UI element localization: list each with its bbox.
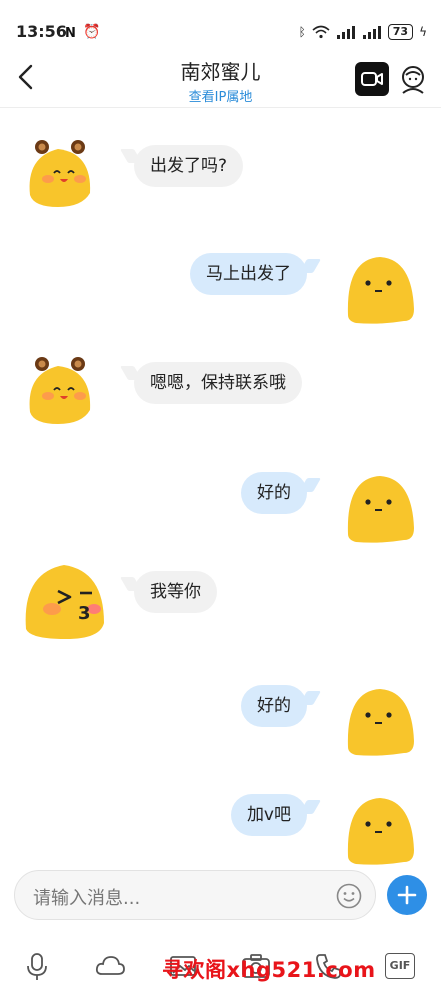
message-bubble-outgoing[interactable]: 好的: [241, 472, 307, 514]
battery-indicator: 73: [387, 24, 414, 40]
video-call-button[interactable]: [355, 62, 389, 96]
nfc-icon: N: [65, 26, 76, 41]
contact-profile-button[interactable]: [397, 63, 429, 97]
message-bubble-outgoing[interactable]: 好的: [241, 685, 307, 727]
message-bubble-incoming[interactable]: 出发了吗?: [134, 145, 244, 187]
emoji-button[interactable]: [335, 882, 363, 910]
message-bubble-outgoing[interactable]: 加v吧: [230, 794, 307, 836]
plus-icon: [397, 885, 417, 905]
contact-avatar[interactable]: [22, 135, 94, 207]
message-bubble-incoming[interactable]: 嗯嗯，保持联系哦: [134, 362, 302, 404]
status-bar: 13:56 N ⏰ ᛒ 73 ϟ: [0, 0, 441, 44]
message-bubble-incoming[interactable]: 我等你: [134, 571, 217, 613]
user-avatar[interactable]: [344, 794, 416, 866]
user-avatar[interactable]: [344, 685, 416, 757]
wifi-icon: [312, 25, 330, 39]
gif-icon[interactable]: GIF: [385, 953, 415, 979]
status-time: 13:56: [16, 22, 67, 41]
contact-avatar[interactable]: 3: [22, 563, 106, 641]
user-avatar[interactable]: [344, 472, 416, 544]
status-icons: ᛒ 73 ϟ: [299, 24, 427, 40]
watermark: 寻欢阁xhg521.com: [162, 958, 376, 982]
gif-label: GIF: [389, 959, 411, 972]
bluetooth-icon: ᛒ: [298, 25, 306, 39]
signal-icon: [336, 26, 355, 39]
user-avatar[interactable]: [344, 253, 416, 325]
cloud-icon[interactable]: [93, 949, 127, 983]
composer-bar: 请输入消息...: [0, 868, 441, 928]
svg-text:3: 3: [78, 603, 91, 624]
signal-icon: [362, 26, 381, 39]
alarm-icon: ⏰: [83, 24, 101, 40]
message-bubble-outgoing[interactable]: 马上出发了: [190, 253, 307, 295]
charging-icon: ϟ: [419, 25, 427, 39]
microphone-icon[interactable]: [20, 949, 54, 983]
attach-plus-button[interactable]: [387, 875, 427, 915]
message-input[interactable]: 请输入消息...: [14, 870, 376, 920]
message-input-placeholder: 请输入消息...: [33, 888, 141, 909]
chat-header: 南郊蜜儿 查看IP属地: [0, 48, 441, 108]
video-camera-icon: [361, 72, 383, 86]
contact-avatar[interactable]: [22, 352, 94, 424]
